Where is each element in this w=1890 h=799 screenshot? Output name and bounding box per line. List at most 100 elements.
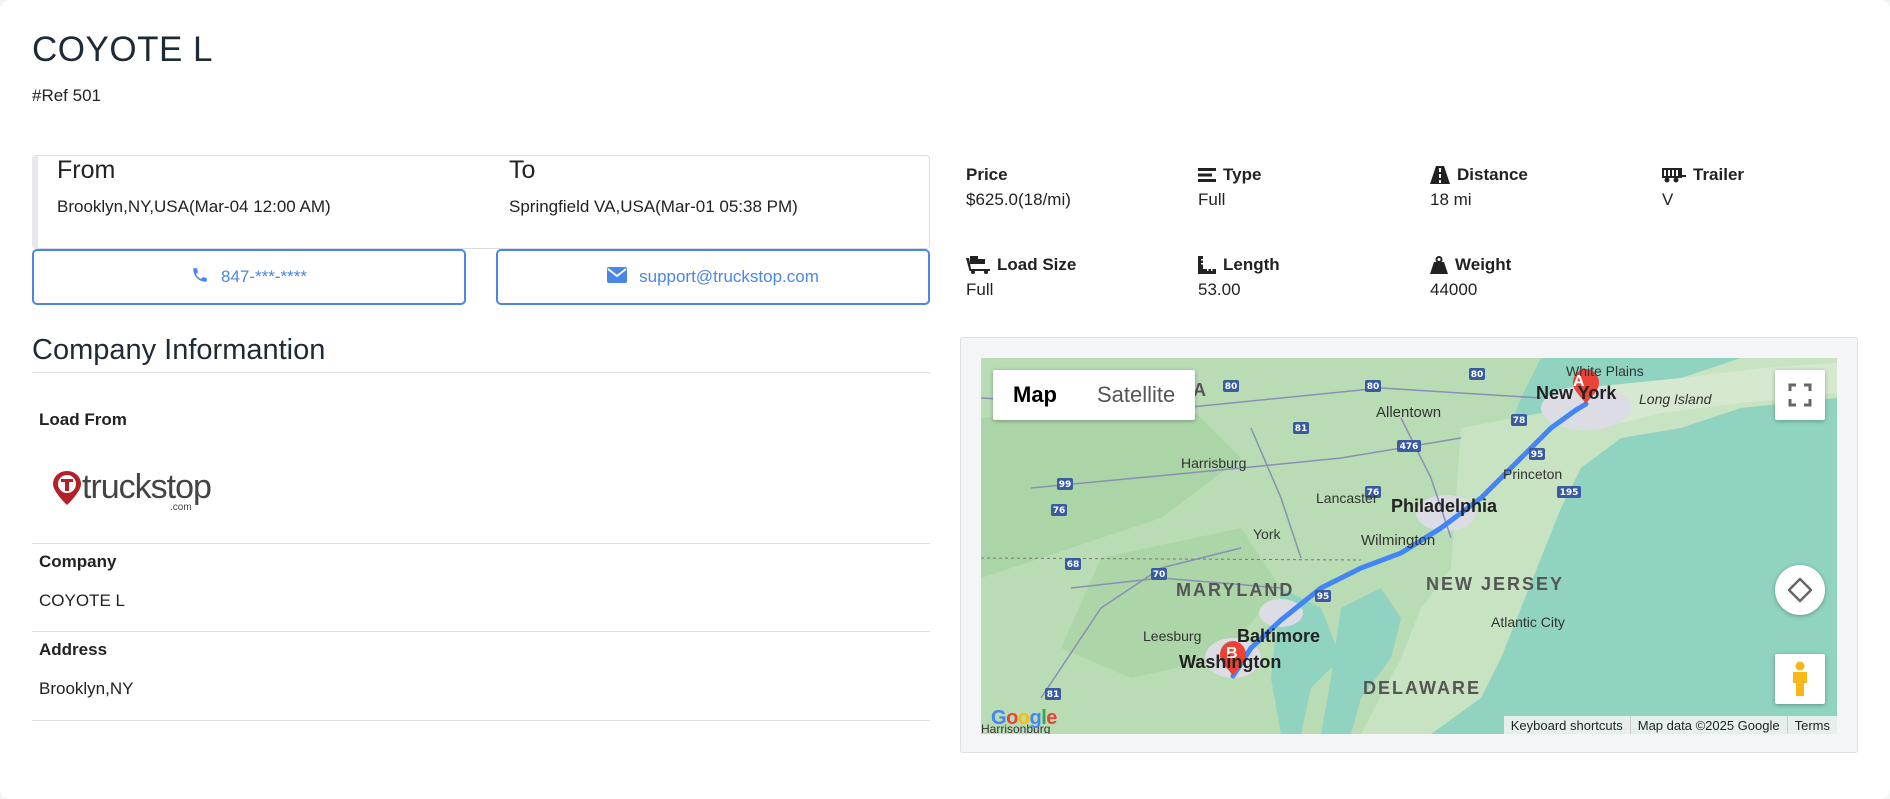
address-label: Address — [39, 640, 108, 659]
logo-wordmark: truckstop — [82, 468, 212, 506]
to-label: To — [509, 156, 536, 184]
type-label: Type — [1223, 165, 1262, 184]
map-label: Philadelphia — [1391, 496, 1498, 516]
stat-weight: Weight 44000 — [1430, 254, 1511, 300]
stat-type: Type Full — [1198, 164, 1261, 210]
length-value: 53.00 — [1198, 280, 1241, 299]
company-value: COYOTE L — [39, 591, 125, 610]
divider — [32, 631, 930, 632]
page-title: COYOTE L — [32, 30, 213, 69]
weight-icon — [1430, 256, 1448, 274]
load-size-value: Full — [966, 280, 994, 299]
divider — [32, 543, 930, 544]
map-label: Atlantic City — [1491, 614, 1565, 630]
load-from-label: Load From — [39, 410, 127, 429]
route-from: From Brooklyn,NY,USA(Mar-04 12:00 AM) — [57, 156, 331, 217]
map-type-control: Map Satellite — [993, 370, 1196, 420]
google-logo: Google — [991, 707, 1057, 729]
svg-text:70: 70 — [1153, 570, 1166, 580]
map-label: New York — [1536, 383, 1617, 403]
map-label: White Plains — [1566, 363, 1644, 379]
section-divider — [32, 372, 930, 373]
stat-price: Price $625.0(18/mi) — [966, 164, 1071, 210]
to-value: Springfield VA,USA(Mar-01 05:38 PM) — [509, 197, 798, 216]
map-label: Wilmington — [1361, 532, 1436, 549]
road-icon — [1430, 166, 1450, 184]
camera-control-button[interactable] — [1775, 565, 1825, 615]
svg-text:80: 80 — [1471, 370, 1484, 380]
reference-number: #Ref 501 — [32, 86, 101, 105]
svg-text:81: 81 — [1047, 690, 1060, 700]
map-label: DELAWARE — [1363, 678, 1482, 698]
phone-button[interactable]: 847-***-**** — [32, 249, 466, 305]
svg-text:195: 195 — [1560, 488, 1579, 498]
keyboard-shortcuts-link[interactable]: Keyboard shortcuts — [1504, 716, 1630, 734]
load-size-label: Load Size — [997, 255, 1077, 274]
map-label: Washington — [1179, 652, 1282, 672]
logo-suffix: .com — [170, 502, 192, 513]
pan-arrows-icon — [1787, 577, 1813, 603]
truckstop-logo: truckstop .com — [52, 468, 212, 513]
price-value: $625.0(18/mi) — [966, 190, 1071, 209]
weight-label: Weight — [1455, 255, 1512, 274]
svg-text:76: 76 — [1053, 506, 1066, 516]
map-type-map-button[interactable]: Map — [993, 370, 1077, 420]
map-panel: 80 80 80 81 476 99 76 76 95 195 68 70 95… — [960, 337, 1858, 753]
svg-text:80: 80 — [1225, 382, 1238, 392]
divider — [32, 720, 930, 721]
from-label: From — [57, 156, 116, 184]
company-label: Company — [39, 552, 117, 571]
fullscreen-button[interactable] — [1775, 370, 1825, 420]
route-to: To Springfield VA,USA(Mar-01 05:38 PM) — [509, 156, 798, 217]
trailer-icon — [1662, 168, 1686, 183]
phone-icon — [191, 266, 209, 289]
distance-value: 18 mi — [1430, 190, 1472, 209]
route-map[interactable]: 80 80 80 81 476 99 76 76 95 195 68 70 95… — [981, 358, 1837, 734]
map-label: NEW JERSEY — [1426, 574, 1565, 594]
distance-label: Distance — [1457, 165, 1528, 184]
pegman-icon — [1793, 661, 1807, 696]
map-attribution: Keyboard shortcuts Map data ©2025 Google… — [1503, 716, 1837, 734]
svg-text:99: 99 — [1059, 480, 1072, 490]
svg-text:476: 476 — [1400, 442, 1419, 452]
map-data-text: Map data ©2025 Google — [1629, 716, 1787, 734]
trailer-label: Trailer — [1693, 165, 1745, 184]
weight-value: 44000 — [1430, 280, 1478, 299]
list-icon — [1198, 168, 1216, 182]
address-value: Brooklyn,NY — [39, 679, 134, 698]
svg-text:80: 80 — [1367, 382, 1380, 392]
length-label: Length — [1223, 255, 1280, 274]
map-label: Lancaster — [1316, 490, 1378, 506]
from-value: Brooklyn,NY,USA(Mar-04 12:00 AM) — [57, 197, 331, 216]
map-label: Leesburg — [1143, 628, 1202, 644]
phone-number: 847-***-**** — [221, 267, 307, 286]
svg-text:81: 81 — [1295, 424, 1308, 434]
price-label: Price — [966, 165, 1008, 184]
map-label: Princeton — [1503, 466, 1563, 482]
email-button[interactable]: support@truckstop.com — [496, 249, 930, 305]
map-label: Long Island — [1639, 391, 1712, 407]
fullscreen-icon — [1788, 383, 1812, 407]
map-label: York — [1253, 526, 1281, 542]
dolly-icon — [966, 256, 990, 274]
map-type-satellite-button[interactable]: Satellite — [1077, 370, 1195, 420]
svg-text:95: 95 — [1317, 592, 1330, 602]
load-detail-card: COYOTE L #Ref 501 From Brooklyn,NY,USA(M… — [0, 0, 1890, 799]
company-section-title: Company Informantion — [32, 334, 326, 366]
svg-text:95: 95 — [1531, 450, 1544, 460]
map-label: MARYLAND — [1176, 580, 1295, 600]
map-label: Harrisburg — [1181, 455, 1247, 471]
truckstop-pin-icon — [53, 471, 81, 505]
svg-text:78: 78 — [1513, 416, 1526, 426]
stat-load-size: Load Size Full — [966, 254, 1076, 300]
email-address: support@truckstop.com — [639, 267, 819, 286]
stat-length: Length 53.00 — [1198, 254, 1280, 300]
envelope-icon — [607, 266, 628, 288]
stat-distance: Distance 18 mi — [1430, 164, 1528, 210]
terms-link[interactable]: Terms — [1786, 716, 1837, 734]
svg-text:68: 68 — [1067, 560, 1080, 570]
street-view-button[interactable] — [1775, 654, 1825, 704]
trailer-value: V — [1662, 190, 1674, 209]
type-value: Full — [1198, 190, 1226, 209]
route-box: From Brooklyn,NY,USA(Mar-04 12:00 AM) To… — [32, 155, 930, 249]
